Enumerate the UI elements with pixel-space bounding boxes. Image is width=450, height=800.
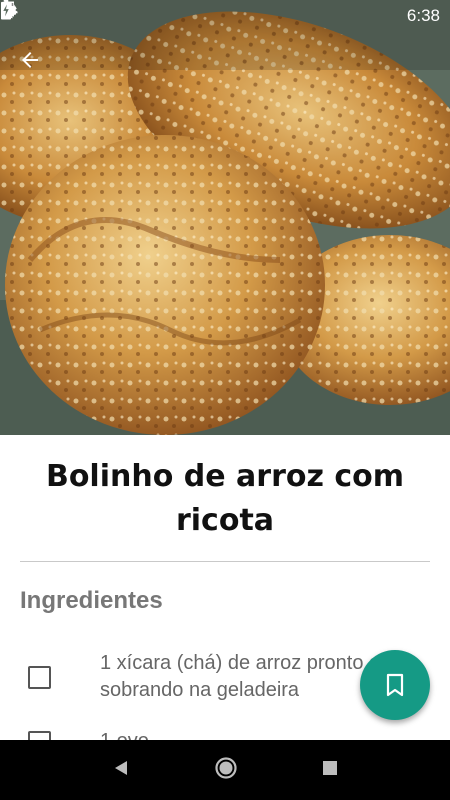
ingredients-heading: Ingredientes <box>20 587 163 614</box>
divider <box>20 561 430 562</box>
back-button[interactable] <box>18 48 54 84</box>
fried-rice-cakes-illustration <box>0 0 450 435</box>
recipe-hero-image: 6:38 <box>0 0 450 435</box>
home-circle-icon[interactable] <box>214 756 238 785</box>
recents-square-icon[interactable] <box>321 759 339 782</box>
system-navigation-bar <box>0 740 450 800</box>
recipe-title-container: Bolinho de arroz com ricota <box>20 455 430 543</box>
bookmark-button[interactable] <box>360 650 430 720</box>
status-bar: 6:38 <box>0 0 450 32</box>
arrow-back-icon <box>22 52 38 68</box>
recipe-title: Bolinho de arroz com ricota <box>45 459 405 538</box>
back-triangle-icon[interactable] <box>111 758 131 783</box>
status-time: 6:38 <box>406 6 440 25</box>
ingredient-checkbox[interactable] <box>28 666 51 689</box>
bookmark-icon <box>386 673 404 697</box>
